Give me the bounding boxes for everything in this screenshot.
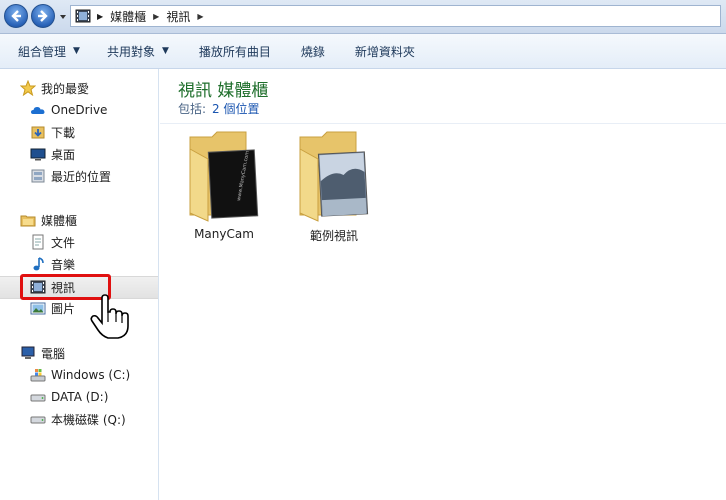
downloads-folder-icon [30,124,46,140]
libraries-icon [20,212,36,228]
nav-favorites[interactable]: 我的最愛 [20,78,89,98]
pictures-icon [30,300,46,316]
arrow-right-icon [38,10,48,22]
desktop-icon [30,146,46,162]
music-note-icon [30,256,46,272]
library-includes: 包括: 2 個位置 [178,100,260,117]
nav-pictures[interactable]: 圖片 [30,298,75,318]
organize-menu[interactable]: 組合管理 ▼ [18,43,80,60]
recent-places-icon [30,168,46,184]
recent-pages-dropdown[interactable] [58,12,68,22]
caret-down-icon: ▼ [161,46,169,56]
caret-down-icon: ▼ [73,46,80,56]
folder-with-thumbnail-icon [299,131,369,222]
star-icon [20,80,36,96]
windows-drive-icon [30,367,46,383]
breadcrumb-libraries[interactable]: 媒體櫃 ▶ [110,8,166,25]
locations-link[interactable]: 2 個位置 [212,100,259,117]
folder-with-thumbnail-icon: www.ManyCam.com [189,131,259,222]
hard-drive-icon [30,411,46,427]
nav-drive-q[interactable]: 本機磁碟 (Q:) [30,409,126,429]
nav-downloads[interactable]: 下載 [30,122,75,142]
nav-onedrive[interactable]: OneDrive [30,100,107,120]
hand-cursor-icon [90,294,129,339]
address-bar: ▶ 媒體櫃 ▶ 視訊 ▶ [0,0,726,34]
folder-item[interactable]: www.ManyCam.com ManyCam [179,129,269,241]
address-box[interactable]: ▶ 媒體櫃 ▶ 視訊 ▶ [70,5,721,27]
folder-label: ManyCam [194,227,254,241]
new-folder-button[interactable]: 新增資料夾 [355,43,415,60]
video-library-icon [75,9,91,23]
nav-libraries[interactable]: 媒體櫃 [20,210,77,230]
computer-icon [20,345,36,361]
nav-documents[interactable]: 文件 [30,232,75,252]
share-with-menu[interactable]: 共用對象 ▼ [107,43,169,60]
nav-drive-c[interactable]: Windows (C:) [30,365,130,385]
command-bar: 組合管理 ▼ 共用對象 ▼ 播放所有曲目 燒錄 新增資料夾 [0,34,726,69]
nav-recent-places[interactable]: 最近的位置 [30,166,111,186]
nav-drive-d[interactable]: DATA (D:) [30,387,108,407]
breadcrumb-videos[interactable]: 視訊 ▶ [166,8,210,25]
library-title: 視訊 媒體櫃 [178,81,269,101]
library-header: 視訊 媒體櫃 包括: 2 個位置 [160,69,726,124]
folder-item[interactable]: 範例視訊 [289,129,379,244]
nav-computer[interactable]: 電腦 [20,343,65,363]
breadcrumb-separator-icon[interactable]: ▶ [97,12,103,21]
forward-button[interactable] [31,4,55,28]
play-all-button[interactable]: 播放所有曲目 [199,43,271,60]
folder-label: 範例視訊 [309,229,358,243]
burn-button[interactable]: 燒錄 [301,43,325,60]
arrow-left-icon [11,10,21,22]
breadcrumb-separator-icon[interactable]: ▶ [197,12,203,21]
nav-desktop[interactable]: 桌面 [30,144,75,164]
navigation-pane: 我的最愛 OneDrive 下載 桌面 最近的位置 媒體櫃 文件 音樂 視訊 圖… [0,69,159,500]
documents-icon [30,234,46,250]
back-button[interactable] [4,4,28,28]
cloud-icon [30,102,46,118]
breadcrumb-separator-icon[interactable]: ▶ [153,12,159,21]
content-pane: 視訊 媒體櫃 包括: 2 個位置 www.ManyCam.com ManyCam [160,69,726,500]
nav-music[interactable]: 音樂 [30,254,75,274]
hard-drive-icon [30,389,46,405]
